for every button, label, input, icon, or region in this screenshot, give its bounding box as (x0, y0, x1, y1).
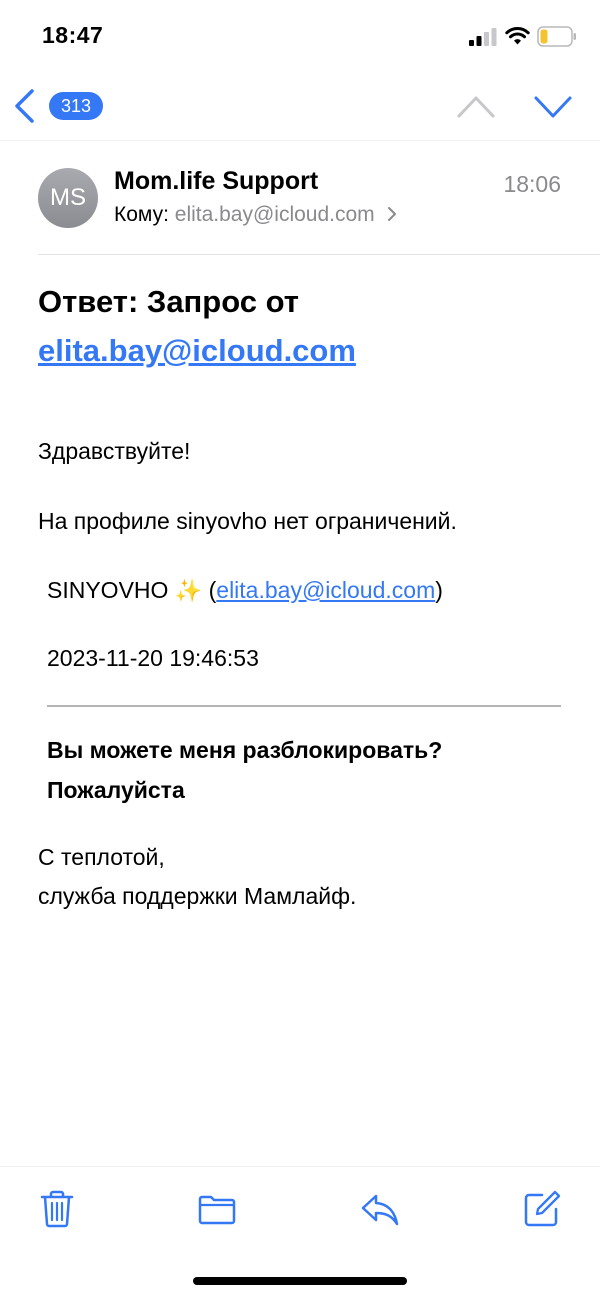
quoted-email-link[interactable]: elita.bay@icloud.com (216, 577, 435, 603)
subject-prefix: Ответ: Запрос от (38, 284, 299, 319)
compose-icon[interactable] (522, 1189, 562, 1229)
recipient-line[interactable]: Кому: elita.bay@icloud.com (114, 203, 397, 227)
header-divider (38, 254, 600, 255)
sender-name[interactable]: Mom.life Support (114, 167, 318, 196)
signoff-line-1: С теплотой, (38, 844, 165, 870)
profile-note: На профиле sinyovho нет ограничений. (38, 508, 457, 534)
unread-count-badge[interactable]: 313 (49, 92, 103, 120)
status-bar: 18:47 (0, 0, 600, 70)
folder-icon[interactable] (197, 1189, 237, 1229)
signoff-line-2: служба поддержки Мамлайф. (38, 883, 357, 909)
chevron-right-icon (387, 207, 396, 221)
nav-bar: 313 (0, 70, 600, 142)
quoted-question: Вы можете меня разблокировать? Пожалуйст… (47, 737, 443, 803)
wifi-icon (505, 27, 530, 45)
trash-icon[interactable] (37, 1189, 77, 1229)
nav-divider (0, 140, 600, 141)
quoted-name: SINYOVHO (47, 577, 169, 603)
recipient-address: elita.bay@icloud.com (174, 203, 375, 226)
status-time: 18:47 (42, 22, 104, 48)
reply-icon[interactable] (360, 1189, 400, 1229)
subject: Ответ: Запрос от elita.bay@icloud.com (38, 277, 568, 375)
quoted-author-line: SINYOVHO ✨ (elita.bay@icloud.com) (47, 577, 443, 603)
avatar[interactable]: MS (38, 168, 98, 228)
subject-email-link[interactable]: elita.bay@icloud.com (38, 333, 356, 368)
greeting: Здравствуйте! (38, 438, 191, 464)
to-label: Кому: (114, 203, 169, 226)
chevron-up-icon[interactable] (456, 92, 496, 120)
quote-divider (47, 705, 561, 707)
chevron-down-icon[interactable] (533, 92, 573, 120)
cellular-signal-icon (469, 28, 497, 46)
quoted-date: 2023-11-20 19:46:53 (47, 645, 259, 671)
home-indicator (193, 1277, 407, 1285)
sparkles-icon: ✨ (174, 578, 203, 603)
message-time: 18:06 (503, 171, 561, 197)
battery-icon (537, 26, 576, 47)
chevron-left-icon[interactable] (12, 88, 36, 124)
